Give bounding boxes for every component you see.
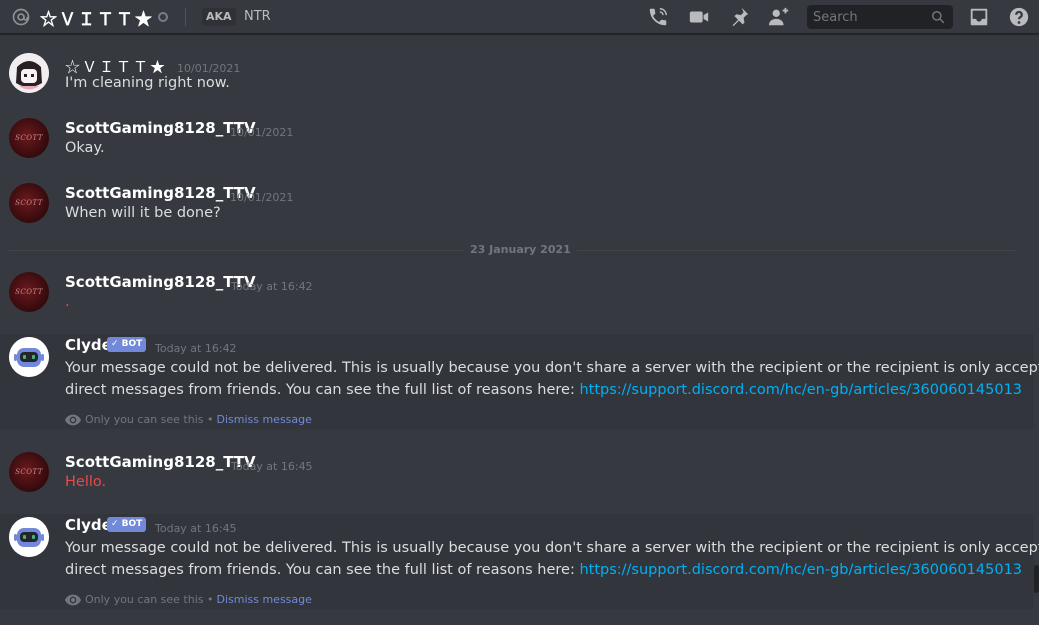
add-friend-icon[interactable] [768, 6, 790, 28]
search-icon [931, 10, 945, 24]
bot-badge: ✓ BOT [107, 337, 147, 352]
avatar[interactable]: SCOTT [9, 183, 49, 223]
message-text: direct messages from friends. You can se… [65, 382, 580, 398]
message-content-line-1: Your message could not be delivered. Thi… [65, 540, 1039, 556]
message-content-line-1: Your message could not be delivered. Thi… [65, 360, 1039, 376]
message-content: When will it be done? [65, 205, 221, 221]
video-icon[interactable] [688, 6, 710, 28]
pin-icon[interactable] [728, 6, 750, 28]
message-content: Okay. [65, 140, 105, 156]
offline-status-icon [158, 12, 168, 22]
inbox-icon[interactable] [968, 6, 990, 28]
message-text: direct messages from friends. You can se… [65, 562, 580, 578]
message-timestamp: 10/01/2021 [230, 191, 294, 204]
message-timestamp: Today at 16:42 [155, 342, 237, 355]
message-timestamp: Today at 16:45 [155, 522, 237, 535]
dismiss-message-link[interactable]: Dismiss message [216, 413, 311, 426]
message-list: ☆ＶＩＴＴ★ 10/01/2021 I'm cleaning right now… [0, 41, 1039, 625]
system-message: Clyde ✓ BOT Today at 16:42 Your message … [0, 334, 1039, 429]
message: SCOTT ScottGaming8128_TTV 10/01/2021 Oka… [0, 112, 1034, 162]
ephemeral-text: Only you can see this • [85, 413, 214, 426]
bot-badge: ✓ BOT [107, 517, 147, 532]
aka-badge: AKA [202, 8, 236, 26]
message-timestamp: Today at 16:45 [231, 460, 313, 473]
message-author[interactable]: ScottGaming8128_TTV [65, 273, 256, 291]
help-icon[interactable] [1008, 6, 1030, 28]
channel-header: ☆ＶＩＴＴ★ AKA NTR [0, 0, 1039, 34]
message-author[interactable]: ScottGaming8128_TTV [65, 119, 256, 137]
message-author[interactable]: Clyde [65, 336, 112, 354]
message: SCOTT ScottGaming8128_TTV 10/01/2021 Whe… [0, 177, 1034, 227]
date-divider-label: 23 January 2021 [464, 243, 577, 256]
dm-recipient-name: ☆ＶＩＴＴ★ [40, 10, 154, 30]
header-divider [185, 8, 186, 26]
ephemeral-notice: Only you can see this • Dismiss message [65, 413, 312, 426]
dismiss-message-link[interactable]: Dismiss message [216, 593, 311, 606]
ephemeral-notice: Only you can see this • Dismiss message [65, 593, 312, 606]
scrollbar-thumb[interactable] [1034, 565, 1039, 593]
message-content-line-2: direct messages from friends. You can se… [65, 559, 1022, 581]
message-author[interactable]: Clyde [65, 516, 112, 534]
ephemeral-text: Only you can see this • [85, 593, 214, 606]
avatar[interactable]: SCOTT [9, 118, 49, 158]
message-content: Hello. [65, 474, 107, 490]
avatar[interactable] [9, 53, 49, 93]
support-link[interactable]: https://support.discord.com/hc/en-gb/art… [579, 562, 1022, 578]
message-content-line-2: direct messages from friends. You can se… [65, 379, 1022, 401]
search-bar[interactable] [807, 5, 953, 29]
support-link[interactable]: https://support.discord.com/hc/en-gb/art… [579, 382, 1022, 398]
message-author[interactable]: ScottGaming8128_TTV [65, 184, 256, 202]
message-timestamp: 10/01/2021 [230, 126, 294, 139]
avatar[interactable]: SCOTT [9, 452, 49, 492]
avatar[interactable] [9, 337, 49, 377]
at-icon [11, 7, 31, 27]
message-content: . [65, 294, 70, 310]
message: SCOTT ScottGaming8128_TTV Today at 16:45… [0, 447, 1034, 497]
search-input[interactable] [807, 5, 927, 29]
aka-nickname: NTR [244, 9, 271, 24]
eye-icon [65, 414, 81, 426]
message: ☆ＶＩＴＴ★ 10/01/2021 I'm cleaning right now… [0, 47, 1034, 97]
avatar[interactable]: SCOTT [9, 272, 49, 312]
message-content: I'm cleaning right now. [65, 75, 230, 91]
message-author[interactable]: ScottGaming8128_TTV [65, 453, 256, 471]
message-timestamp: Today at 16:42 [231, 280, 313, 293]
message: SCOTT ScottGaming8128_TTV Today at 16:42… [0, 267, 1034, 317]
avatar[interactable] [9, 517, 49, 557]
system-message: Clyde ✓ BOT Today at 16:45 Your message … [0, 514, 1039, 609]
phone-call-icon[interactable] [647, 6, 669, 28]
eye-icon [65, 594, 81, 606]
